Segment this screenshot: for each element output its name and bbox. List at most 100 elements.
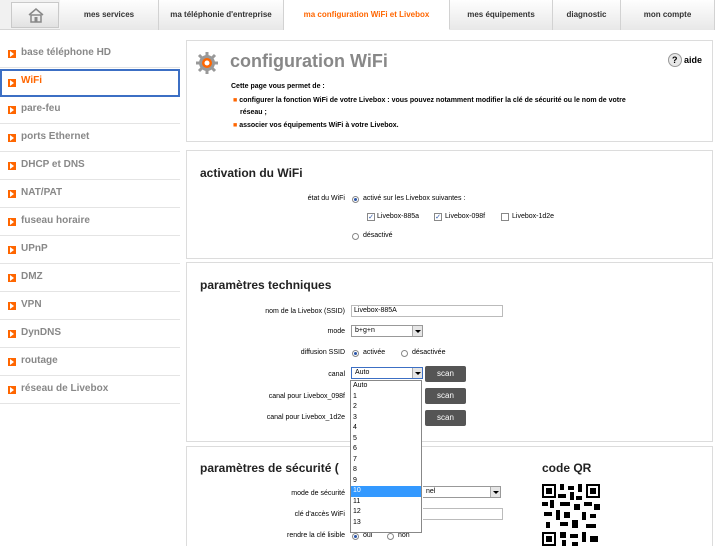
channel-option[interactable]: 4 [351, 423, 421, 434]
wifi-off-label: désactivé [363, 232, 393, 239]
ssid-input[interactable]: Livebox-885A [351, 305, 503, 317]
bullet-2: ■ associer vos équipements WiFi à votre … [233, 122, 399, 129]
sidebar-item-upnp[interactable]: UPnP [0, 237, 180, 264]
readable-key-label: rendre la clé lisible [287, 532, 345, 539]
readable-yes-radio[interactable] [352, 533, 359, 540]
channel-option[interactable]: 9 [351, 476, 421, 487]
wifi-key-label: clé d'accès WiFi [294, 511, 345, 518]
broadcast-off-label: désactivée [412, 349, 446, 356]
qr-title: code QR [542, 461, 592, 475]
broadcast-on-radio[interactable] [352, 350, 359, 357]
sidebar-item-reseau-livebox[interactable]: réseau de Livebox [0, 377, 180, 404]
header-panel: configuration WiFi ? aide Cette page vou… [186, 40, 713, 142]
help-link[interactable]: ? aide [667, 53, 702, 69]
wifi-off-radio[interactable] [352, 233, 359, 240]
page-title: configuration WiFi [230, 51, 388, 71]
security-panel: paramètres de sécurité ( mode de sécurit… [186, 446, 713, 546]
sidebar-item-wifi[interactable]: WiFi [0, 69, 180, 97]
security-mode-label: mode de sécurité [291, 490, 345, 497]
sidebar-item-pare-feu[interactable]: pare-feu [0, 97, 180, 124]
bullet-1-cont: réseau ; [240, 109, 267, 116]
channel2-label: canal pour Livebox_098f [268, 393, 345, 400]
arrow-icon [8, 79, 16, 87]
broadcast-label: diffusion SSID [300, 349, 345, 356]
readable-no-radio[interactable] [387, 533, 394, 540]
livebox-098f-checkbox[interactable]: ✓ [434, 213, 442, 221]
livebox-098f-label: Livebox-098f [445, 213, 486, 220]
livebox-1d2e-checkbox[interactable] [501, 213, 509, 221]
activation-title: activation du WiFi [200, 166, 303, 180]
channel-label: canal [328, 371, 345, 378]
sidebar-item-nat-pat[interactable]: NAT/PAT [0, 181, 180, 208]
channel-option[interactable]: 5 [351, 434, 421, 445]
wifi-state-label: état du WiFi [307, 195, 345, 202]
channel-option[interactable]: 11 [351, 497, 421, 508]
tab-equipements[interactable]: mes équipements [450, 0, 553, 30]
arrow-icon [8, 330, 16, 338]
tab-mes-services[interactable]: mes services [60, 0, 159, 30]
wifi-on-label: activé sur les Livebox suivantes : [363, 195, 466, 202]
arrow-icon [8, 386, 16, 394]
wifi-key-input[interactable] [423, 508, 503, 520]
channel-option[interactable]: 8 [351, 465, 421, 476]
mode-label: mode [327, 328, 345, 335]
channel-dropdown-list[interactable]: Auto 1 2 3 4 5 6 7 8 9 10 11 12 13 [350, 380, 422, 533]
arrow-icon [8, 134, 16, 142]
home-button[interactable] [11, 2, 59, 28]
readable-no-label: non [398, 532, 410, 539]
arrow-icon [8, 302, 16, 310]
broadcast-off-radio[interactable] [401, 350, 408, 357]
scan-button-3[interactable]: scan [425, 410, 466, 426]
arrow-icon [8, 162, 16, 170]
arrow-icon [8, 274, 16, 282]
sidebar-item-dyndns[interactable]: DynDNS [0, 321, 180, 348]
sidebar-item-routage[interactable]: routage [0, 349, 180, 376]
activation-panel: activation du WiFi état du WiFi activé s… [186, 150, 713, 259]
chevron-down-icon [490, 487, 500, 497]
help-icon: ? [667, 53, 682, 67]
readable-yes-label: oui [363, 532, 373, 539]
sidebar-item-vpn[interactable]: VPN [0, 293, 180, 320]
channel-option[interactable]: 3 [351, 413, 421, 424]
arrow-icon [8, 106, 16, 114]
sidebar-item-ports-ethernet[interactable]: ports Ethernet [0, 125, 180, 152]
channel-option[interactable]: 6 [351, 444, 421, 455]
bullet-1: ■ configurer la fonction WiFi de votre L… [233, 97, 626, 104]
channel-select[interactable]: Auto [351, 367, 423, 379]
security-title: paramètres de sécurité ( [200, 461, 339, 475]
arrow-icon [8, 50, 16, 58]
channel-option[interactable]: 10 [351, 486, 421, 497]
channel-option[interactable]: Auto [351, 381, 421, 392]
channel-option[interactable]: 12 [351, 507, 421, 518]
top-nav: mes services ma téléphonie d'entreprise … [0, 0, 715, 30]
tab-config-wifi[interactable]: ma configuration WiFi et Livebox [284, 0, 450, 30]
intro-text: Cette page vous permet de : [231, 83, 325, 90]
security-mode-select[interactable]: nel [423, 486, 501, 498]
sidebar-item-fuseau-horaire[interactable]: fuseau horaire [0, 209, 180, 236]
channel-option[interactable]: 1 [351, 392, 421, 403]
channel-option[interactable]: 13 [351, 518, 421, 529]
chevron-down-icon [412, 326, 422, 336]
channel3-label: canal pour Livebox_1d2e [266, 414, 345, 421]
sidebar-item-dmz[interactable]: DMZ [0, 265, 180, 292]
ssid-label: nom de la Livebox (SSID) [265, 308, 345, 315]
channel-option[interactable]: 2 [351, 402, 421, 413]
technical-title: paramètres techniques [200, 278, 332, 292]
wifi-on-radio[interactable] [352, 196, 359, 203]
channel-option[interactable]: 7 [351, 455, 421, 466]
arrow-icon [8, 246, 16, 254]
scan-button-1[interactable]: scan [425, 366, 466, 382]
technical-panel: paramètres techniques nom de la Livebox … [186, 262, 713, 442]
scan-button-2[interactable]: scan [425, 388, 466, 404]
sidebar-item-dhcp-dns[interactable]: DHCP et DNS [0, 153, 180, 180]
tab-mon-compte[interactable]: mon compte [621, 0, 715, 30]
mode-select[interactable]: b+g+n [351, 325, 423, 337]
livebox-885a-label: Livebox-885a [377, 213, 420, 220]
sidebar-item-base-telephone[interactable]: base téléphone HD [0, 41, 180, 68]
tab-telephonie[interactable]: ma téléphonie d'entreprise [159, 0, 284, 30]
qr-code [542, 484, 600, 546]
livebox-885a-checkbox[interactable]: ✓ [367, 213, 375, 221]
tab-diagnostic[interactable]: diagnostic [553, 0, 621, 30]
arrow-icon [8, 190, 16, 198]
broadcast-on-label: activée [363, 349, 386, 356]
